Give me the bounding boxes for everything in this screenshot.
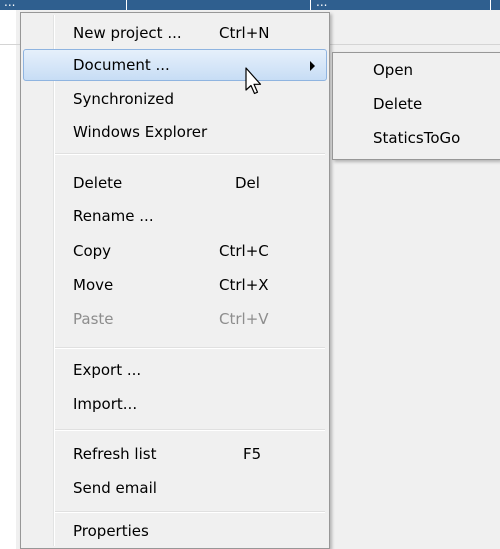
menu-item-properties[interactable]: Properties: [23, 515, 327, 547]
document-submenu: Open Delete StaticsToGo: [332, 52, 500, 160]
menu-item-delete[interactable]: Delete Del: [23, 167, 327, 199]
menu-item-label: Export ...: [73, 361, 142, 379]
menu-item-label: Refresh list: [73, 445, 157, 463]
title-fragment-right: ...: [316, 0, 328, 9]
submenu-item-delete[interactable]: Delete: [335, 87, 500, 121]
column-divider: [310, 0, 311, 10]
menu-item-label: Properties: [73, 522, 149, 540]
title-fragment-left: ...: [4, 0, 16, 9]
submenu-item-label: Delete: [373, 95, 423, 113]
context-menu: New project ... Ctrl+N Document ... Sync…: [20, 12, 330, 549]
menu-item-label: Send email: [73, 479, 157, 497]
mouse-cursor-icon: [245, 67, 262, 95]
menu-item-shortcut: Ctrl+X: [219, 276, 269, 294]
menu-item-copy[interactable]: Copy Ctrl+C: [23, 235, 327, 267]
menu-item-label: Paste: [73, 310, 114, 328]
menu-item-new-project[interactable]: New project ... Ctrl+N: [23, 17, 327, 49]
menu-item-shortcut: Ctrl+N: [219, 24, 270, 42]
menu-item-shortcut: Ctrl+C: [219, 242, 269, 260]
menu-item-send-email[interactable]: Send email: [23, 472, 327, 504]
menu-item-document[interactable]: Document ...: [23, 49, 327, 81]
menu-item-label: Move: [73, 276, 114, 294]
submenu-item-open[interactable]: Open: [335, 53, 500, 87]
menu-item-rename[interactable]: Rename ...: [23, 200, 327, 232]
menu-item-label: Copy: [73, 242, 112, 260]
menu-item-refresh-list[interactable]: Refresh list F5: [23, 438, 327, 470]
column-divider: [490, 0, 491, 10]
submenu-item-staticstogo[interactable]: StaticsToGo: [335, 121, 500, 155]
submenu-item-label: Open: [373, 61, 414, 79]
menu-item-label: Import...: [73, 395, 138, 413]
title-strip: ... ...: [0, 0, 500, 10]
menu-item-export[interactable]: Export ...: [23, 354, 327, 386]
menu-item-move[interactable]: Move Ctrl+X: [23, 269, 327, 301]
menu-item-shortcut: Del: [235, 174, 260, 192]
menu-item-synchronized[interactable]: Synchronized: [23, 83, 327, 115]
menu-separator: [55, 511, 325, 513]
menu-item-label: Synchronized: [73, 90, 174, 108]
submenu-item-label: StaticsToGo: [373, 129, 461, 147]
column-divider: [126, 0, 127, 10]
menu-separator: [55, 153, 325, 155]
left-edge: [0, 0, 16, 549]
menu-item-import[interactable]: Import...: [23, 388, 327, 420]
menu-separator: [55, 429, 325, 431]
menu-item-windows-explorer[interactable]: Windows Explorer: [23, 116, 327, 148]
menu-item-shortcut: Ctrl+V: [219, 310, 269, 328]
chevron-right-icon: [310, 61, 315, 71]
menu-item-label: Delete: [73, 174, 123, 192]
menu-separator: [55, 347, 325, 349]
menu-item-label: New project ...: [73, 24, 182, 42]
menu-item-label: Windows Explorer: [73, 123, 208, 141]
menu-item-paste: Paste Ctrl+V: [23, 303, 327, 335]
menu-item-label: Document ...: [73, 56, 170, 74]
menu-item-shortcut: F5: [243, 445, 262, 463]
menu-item-label: Rename ...: [73, 207, 154, 225]
